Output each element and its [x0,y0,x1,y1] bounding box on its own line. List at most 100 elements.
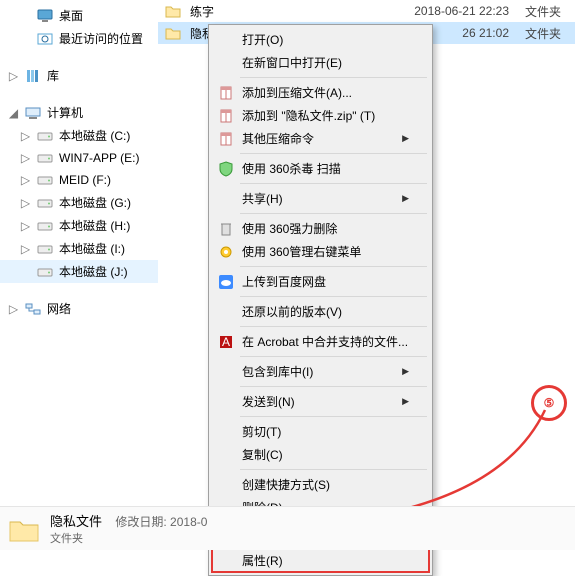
menu-item[interactable]: 共享(H) ▶ [212,187,429,210]
menu-separator [240,416,427,417]
submenu-arrow-icon: ▶ [402,193,409,204]
desktop-icon [37,8,53,24]
tree-item[interactable]: ▷本地磁盘 (G:) [0,191,158,214]
tree-item[interactable]: ◢ 计算机 [0,101,158,124]
file-name: 练字 [190,3,379,20]
menu-item-label: 还原以前的版本(V) [242,303,409,320]
cloud-icon [218,274,234,290]
network-icon [25,301,41,317]
menu-separator [240,183,427,184]
tree-item-label: 最近访问的位置 [59,30,143,47]
status-mod-label: 修改日期: [115,515,166,529]
tree-item-label: 本地磁盘 (J:) [59,263,128,280]
context-menu: 打开(O) 在新窗口中打开(E) 添加到压缩文件(A)... 添加到 "隐私文件.zi… [208,24,433,576]
expand-toggle[interactable]: ▷ [20,175,31,186]
menu-separator [240,77,427,78]
menu-item[interactable]: 打开(O) [212,28,429,51]
submenu-arrow-icon: ▶ [402,133,409,144]
tree-item-label: 本地磁盘 (C:) [59,127,130,144]
menu-item[interactable]: 发送到(N) ▶ [212,390,429,413]
drive-icon [37,128,53,144]
tree-item[interactable]: ▷ 网络 [0,297,158,320]
tree-item-label: 本地磁盘 (I:) [59,240,125,257]
menu-item-label: 包含到库中(I) [242,363,396,380]
drive-icon [37,241,53,257]
tree-item[interactable]: ▷ 本地磁盘 (I:) [0,237,158,260]
menu-item-label: 剪切(T) [242,423,409,440]
archive-misc-icon [218,131,234,147]
expand-toggle[interactable] [20,33,31,44]
expand-toggle[interactable]: ▷ [20,243,31,254]
menu-item-label: 上传到百度网盘 [242,273,409,290]
drive-icon [37,150,53,166]
archive-zip-icon [218,108,234,124]
menu-separator [240,153,427,154]
menu-item[interactable]: 使用 360管理右键菜单 [212,240,429,263]
menu-item-label: 使用 360杀毒 扫描 [242,160,409,177]
tree-item-label: 网络 [47,300,71,317]
menu-item-label: 添加到 "隐私文件.zip" (T) [242,107,409,124]
menu-item-label: 共享(H) [242,190,396,207]
library-icon [25,68,41,84]
menu-item-label: 发送到(N) [242,393,396,410]
recent-icon [37,31,53,47]
menu-item[interactable]: 使用 360强力删除 [212,217,429,240]
tree-item[interactable]: 最近访问的位置 [0,27,158,50]
menu-item-label: 打开(O) [242,31,409,48]
callout-number: ⑤ [544,396,555,410]
status-file-type: 文件夹 [50,530,207,546]
expand-toggle[interactable]: ▷ [8,70,19,81]
menu-item[interactable]: 添加到压缩文件(A)... [212,81,429,104]
menu-separator [240,356,427,357]
menu-item[interactable]: 上传到百度网盘 [212,270,429,293]
annotation-callout-5: ⑤ [531,385,567,421]
file-row[interactable]: 练字2018-06-21 22:23文件夹 [158,0,575,22]
menu-item[interactable]: 创建快捷方式(S) [212,473,429,496]
tree-item[interactable]: ▷WIN7-APP (E:) [0,147,158,169]
menu-item[interactable]: A在 Acrobat 中合并支持的文件... [212,330,429,353]
menu-item-label: 属性(R) [242,552,409,569]
shield-icon [218,161,234,177]
expand-toggle[interactable]: ◢ [8,107,19,118]
menu-item[interactable]: 属性(R) [212,549,429,572]
menu-item[interactable]: 还原以前的版本(V) [212,300,429,323]
menu-item-label: 在新窗口中打开(E) [242,54,409,71]
tree-item-label: 计算机 [47,104,83,121]
menu-item[interactable]: 其他压缩命令 ▶ [212,127,429,150]
menu-separator [240,296,427,297]
tree-item[interactable]: 桌面 [0,4,158,27]
menu-separator [240,266,427,267]
tree-item[interactable]: ▷ 本地磁盘 (H:) [0,214,158,237]
tree-item[interactable]: ▷库 [0,64,158,87]
menu-item[interactable]: 在新窗口中打开(E) [212,51,429,74]
delete-icon [218,221,234,237]
status-mod-date: 2018-0 [170,515,207,529]
tree-item[interactable]: ▷ 本地磁盘 (C:) [0,124,158,147]
status-info: 隐私文件 修改日期: 2018-0 文件夹 [50,511,207,546]
tree-item[interactable]: 本地磁盘 (J:) [0,260,158,283]
status-file-name: 隐私文件 [50,514,102,529]
gear360-icon [218,244,234,260]
menu-item[interactable]: 使用 360杀毒 扫描 [212,157,429,180]
tree-item-label: 本地磁盘 (H:) [59,217,130,234]
submenu-arrow-icon: ▶ [402,366,409,377]
menu-item[interactable]: 添加到 "隐私文件.zip" (T) [212,104,429,127]
drive-icon [37,264,53,280]
expand-toggle[interactable]: ▷ [20,153,31,164]
expand-toggle[interactable] [20,10,31,21]
menu-item-label: 其他压缩命令 [242,130,396,147]
menu-item-label: 使用 360强力删除 [242,220,409,237]
tree-item[interactable]: ▷MEID (F:) [0,169,158,191]
menu-item[interactable]: 剪切(T) [212,420,429,443]
expand-toggle[interactable]: ▷ [20,220,31,231]
menu-item[interactable]: 包含到库中(I) ▶ [212,360,429,383]
expand-toggle[interactable]: ▷ [20,197,31,208]
menu-item-label: 使用 360管理右键菜单 [242,243,409,260]
expand-toggle[interactable]: ▷ [20,130,31,141]
expand-toggle[interactable] [20,266,31,277]
expand-toggle[interactable]: ▷ [8,303,19,314]
menu-item[interactable]: 复制(C) [212,443,429,466]
submenu-arrow-icon: ▶ [402,396,409,407]
menu-item-label: 创建快捷方式(S) [242,476,409,493]
folder-icon [164,24,182,42]
